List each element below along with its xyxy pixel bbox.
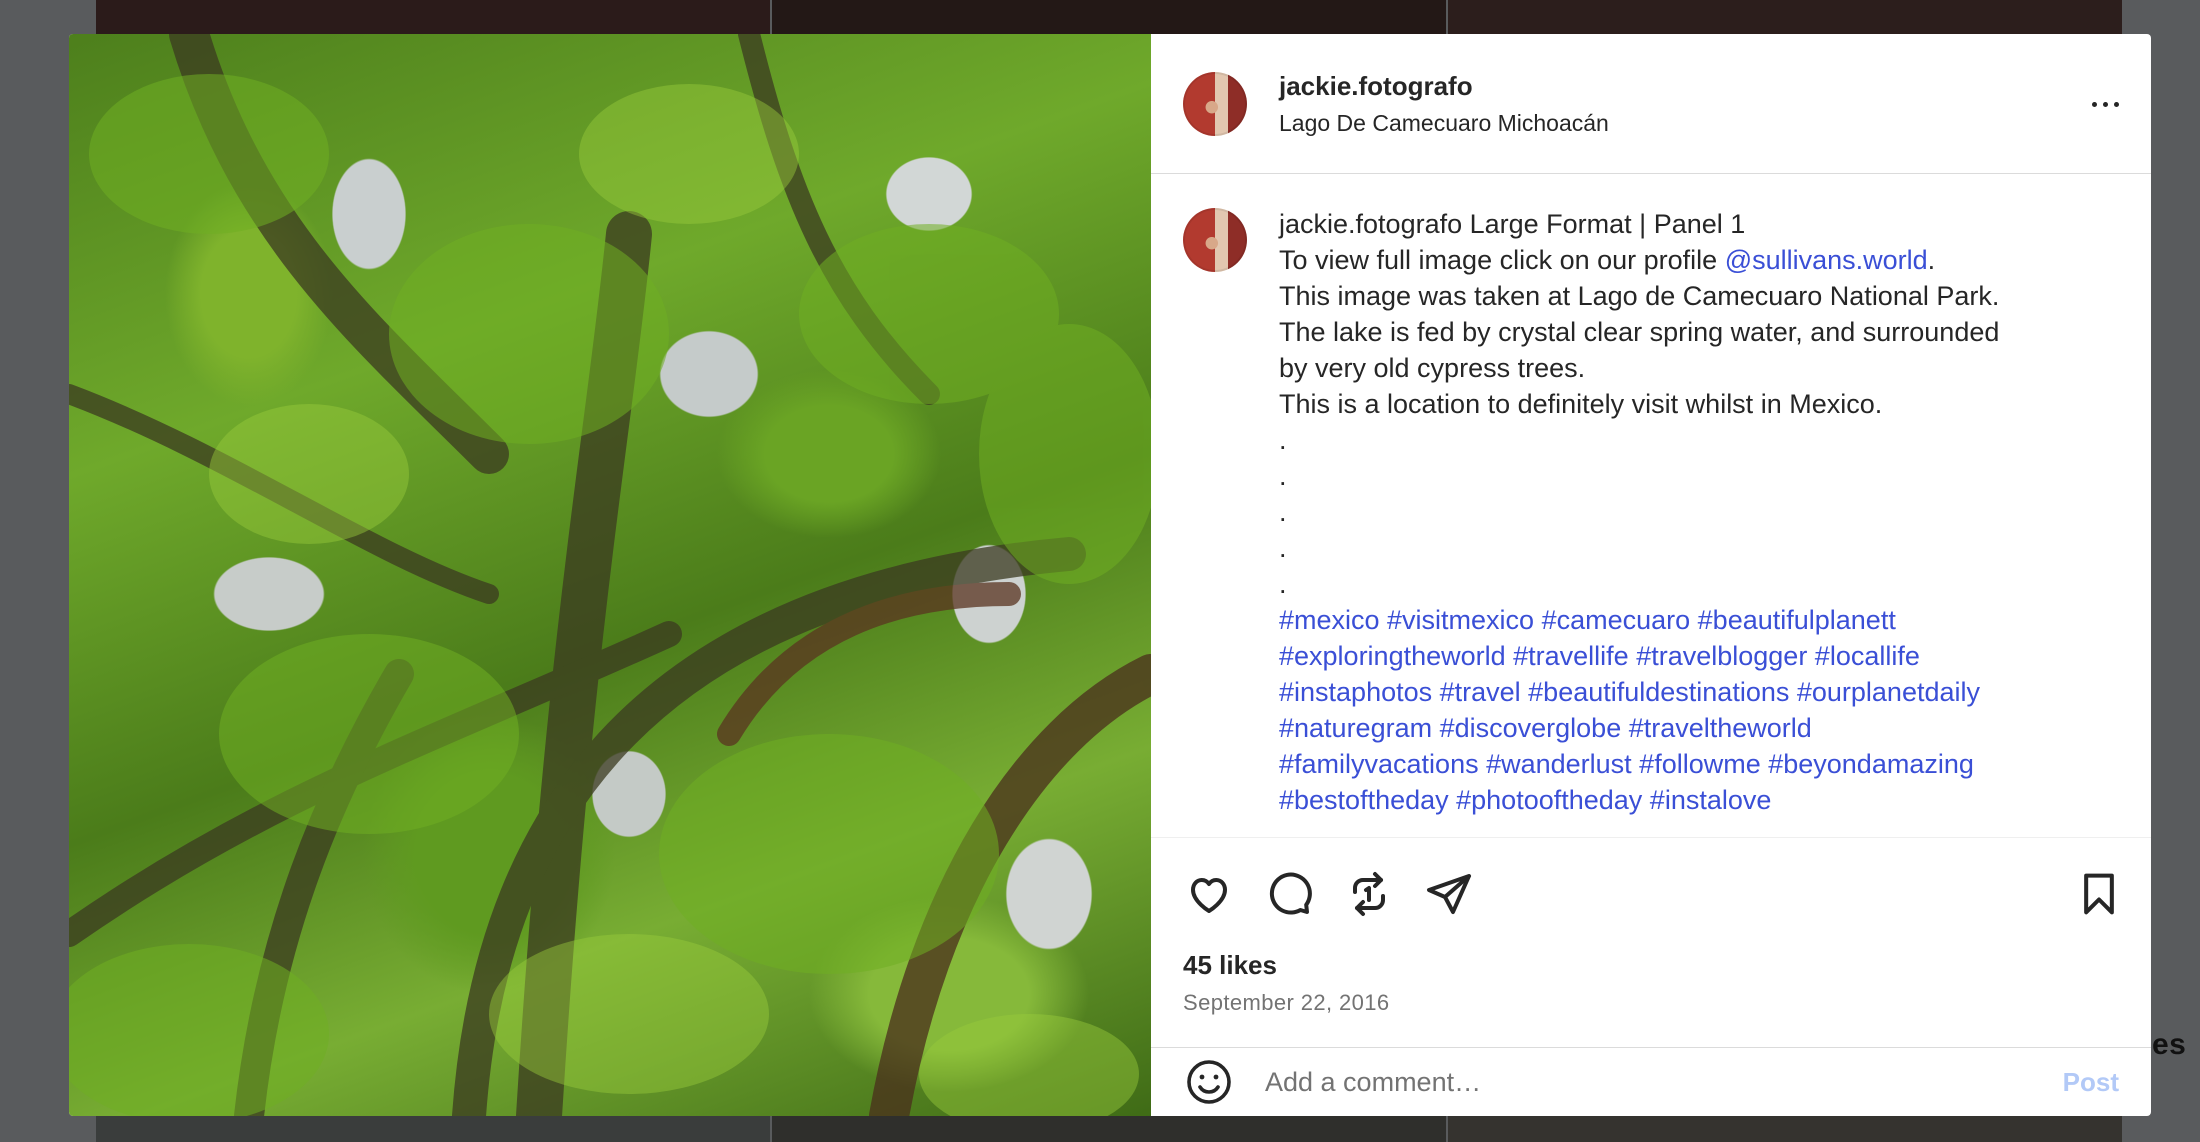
post-details-panel: jackie.fotografo Lago De Camecuaro Micho… — [1151, 34, 2151, 1116]
hashtag-line[interactable]: #familyvacations #wanderlust #followme #… — [1279, 746, 2109, 782]
repost-button[interactable] — [1343, 868, 1395, 920]
action-icon-row — [1183, 868, 1503, 920]
caption-line: by very old cypress trees. — [1279, 353, 1586, 383]
emoji-icon — [1187, 1060, 1231, 1104]
more-options-icon — [2089, 101, 2122, 107]
caption-line: . — [1279, 569, 1287, 599]
post-modal: jackie.fotografo Lago De Camecuaro Micho… — [69, 34, 2151, 1116]
background-peek-text: es — [2152, 1028, 2187, 1061]
background-post-tile — [772, 0, 1446, 34]
mention-link[interactable]: @sullivans.world — [1725, 245, 1928, 275]
post-actions: 45 likes September 22, 2016 — [1151, 837, 2151, 1047]
caption-line: . — [1279, 461, 1287, 491]
post-caption: jackie.fotografo Large Format | Panel 1 … — [1279, 206, 2109, 837]
caption-line: . — [1279, 533, 1287, 563]
caption-line: . — [1279, 497, 1287, 527]
share-icon — [1427, 874, 1471, 914]
caption-line: The lake is fed by crystal clear spring … — [1279, 317, 2000, 347]
caption-text: To view full image click on our profile — [1279, 245, 1725, 275]
hashtag-line[interactable]: #mexico #visitmexico #camecuaro #beautif… — [1279, 602, 2109, 638]
background-post-tile — [1448, 1116, 2122, 1142]
caption-username[interactable]: jackie.fotografo — [1279, 209, 1462, 239]
author-info: jackie.fotografo Lago De Camecuaro Micho… — [1279, 70, 1609, 138]
tree-branches-graphic — [69, 34, 1151, 1116]
bookmark-icon — [2084, 873, 2114, 915]
comments-section[interactable]: jackie.fotografo Large Format | Panel 1 … — [1151, 174, 2151, 837]
author-username[interactable]: jackie.fotografo — [1279, 70, 1609, 102]
comment-button[interactable] — [1263, 868, 1315, 920]
heart-icon — [1191, 878, 1227, 913]
background-post-tile — [96, 0, 770, 34]
caption-line: . — [1279, 425, 1287, 455]
caption-author-avatar[interactable] — [1183, 208, 1247, 272]
add-comment-bar: Post — [1151, 1047, 2151, 1116]
caption-line: This is a location to definitely visit w… — [1279, 389, 1883, 419]
post-date: September 22, 2016 — [1183, 990, 1390, 1015]
caption-profile-line: To view full image click on our profile … — [1279, 242, 2109, 278]
post-comment-button[interactable]: Post — [2063, 1067, 2119, 1098]
comment-input[interactable] — [1263, 1065, 2063, 1099]
caption-first-line: jackie.fotografo Large Format | Panel 1 — [1279, 206, 2109, 242]
background-post-tile — [96, 1116, 770, 1142]
hashtag-line[interactable]: #bestoftheday #photooftheday #instalove — [1279, 782, 2109, 818]
caption-text: . — [1927, 245, 1936, 275]
background-post-tile — [772, 1116, 1446, 1142]
more-options-button[interactable] — [2081, 80, 2129, 128]
repost-icon — [1353, 872, 1385, 916]
background-post-tile — [1448, 0, 2122, 34]
hashtag-line[interactable]: #instaphotos #travel #beautifuldestinati… — [1279, 674, 2109, 710]
share-button[interactable] — [1423, 868, 1475, 920]
comment-icon — [1269, 872, 1312, 915]
hashtag-line[interactable]: #exploringtheworld #travellife #travelbl… — [1279, 638, 2109, 674]
post-header: jackie.fotografo Lago De Camecuaro Micho… — [1151, 34, 2151, 174]
save-button[interactable] — [2073, 868, 2125, 920]
post-photo — [69, 34, 1151, 1116]
likes-count[interactable]: 45 likes — [1183, 950, 1277, 981]
emoji-button[interactable] — [1183, 1056, 1235, 1108]
author-avatar[interactable] — [1183, 71, 1247, 136]
caption-line: This image was taken at Lago de Camecuar… — [1279, 281, 2000, 311]
caption-title: Large Format | Panel 1 — [1462, 209, 1746, 239]
like-button[interactable] — [1183, 868, 1235, 920]
post-location[interactable]: Lago De Camecuaro Michoacán — [1279, 108, 1609, 138]
hashtag-line[interactable]: #naturegram #discoverglobe #travelthewor… — [1279, 710, 2109, 746]
